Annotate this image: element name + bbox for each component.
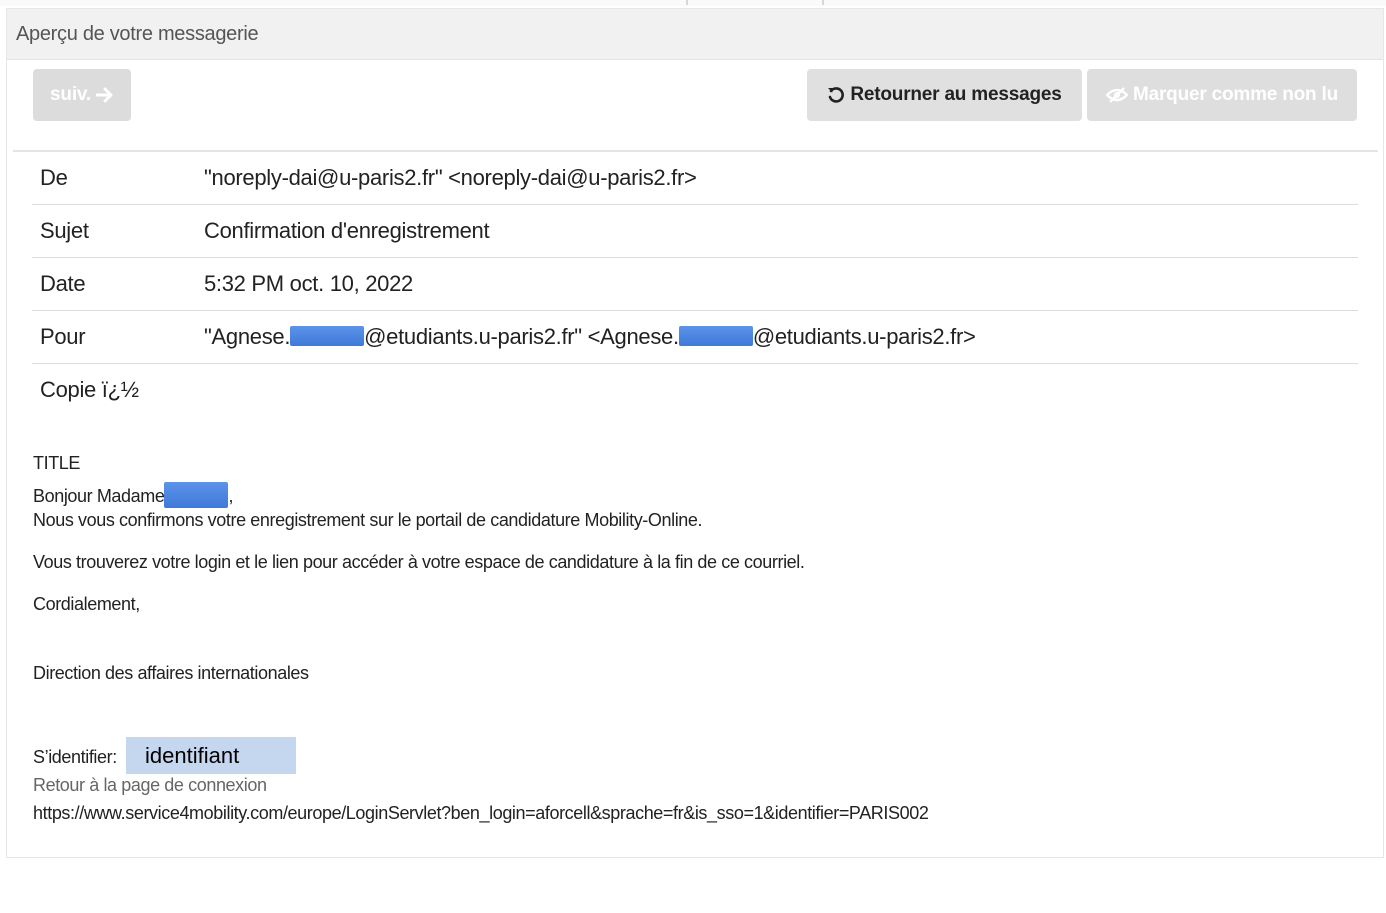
body-paragraph: Nous vous confirmons votre enregistremen… [33, 510, 703, 530]
header-row-cc: Copie ï¿½ [32, 364, 1358, 417]
body-paragraph: Vous trouverez votre login et le lien po… [33, 552, 805, 572]
login-identifier: identifiant [126, 737, 296, 774]
field-label: Date [32, 257, 204, 311]
recipient-part: @etudiants.u-paris2.fr" <Agnese. [364, 324, 679, 349]
login-label: S’identifier: [33, 747, 117, 767]
mark-unread-button[interactable]: Marquer comme non lu [1087, 69, 1357, 121]
subject-value: Confirmation d'enregistrement [204, 204, 1358, 258]
recipient-part: "Agnese. [204, 324, 291, 349]
arrow-right-icon [95, 87, 114, 103]
eye-slash-icon [1105, 87, 1128, 103]
field-label: Sujet [32, 204, 204, 258]
field-label: Copie ï¿½ [40, 377, 139, 402]
recipient-part: @etudiants.u-paris2.fr> [752, 324, 976, 349]
header-row-to: Pour "Agnese. @etudiants.u-paris2.fr" <Ag… [32, 310, 1358, 364]
sender-value: "noreply-dai@u-paris2.fr" <noreply-dai@u… [204, 152, 1358, 205]
login-url[interactable]: https://www.service4mobility.com/europe/… [33, 803, 929, 824]
signature: Direction des affaires internationales [33, 663, 309, 683]
greeting-punct: , [228, 486, 234, 506]
greeting: Bonjour Madame, [33, 482, 233, 508]
undo-icon [827, 86, 845, 104]
cc-value [204, 364, 1358, 417]
top-strip [0, 0, 1386, 6]
date-value: 5:32 PM oct. 10, 2022 [204, 257, 1358, 311]
mark-unread-label: Marquer comme non lu [1132, 84, 1339, 105]
redaction-block [678, 326, 753, 346]
field-label: Pour [32, 310, 204, 364]
next-button-label: suiv. [50, 84, 91, 105]
header-row-date: Date 5:32 PM oct. 10, 2022 [32, 257, 1358, 311]
return-to-login-link[interactable]: Retour à la page de connexion [33, 775, 267, 796]
back-to-messages-button[interactable]: Retourner au messages [807, 69, 1082, 121]
message-header-table: De "noreply-dai@u-paris2.fr" <noreply-da… [32, 152, 1358, 416]
body-title: TITLE [33, 453, 81, 473]
tab-divider [822, 0, 824, 5]
message-preview-panel: Aperçu de votre messagerie [6, 8, 1384, 858]
closing: Cordialement, [33, 594, 140, 614]
tab-divider [686, 0, 688, 5]
field-label: De [32, 152, 204, 205]
greeting-text: Bonjour Madame [33, 486, 165, 506]
panel-title: Aperçu de votre messagerie [7, 9, 1383, 60]
redaction-block [164, 482, 229, 508]
header-row-from: De "noreply-dai@u-paris2.fr" <noreply-da… [32, 152, 1358, 205]
recipient-value: "Agnese. @etudiants.u-paris2.fr" <Agnese.… [204, 310, 1358, 364]
next-button[interactable]: suiv. [33, 69, 131, 121]
back-to-messages-label: Retourner au messages [850, 84, 1062, 105]
redaction-block [290, 326, 365, 346]
header-row-subject: Sujet Confirmation d'enregistrement [32, 204, 1358, 258]
